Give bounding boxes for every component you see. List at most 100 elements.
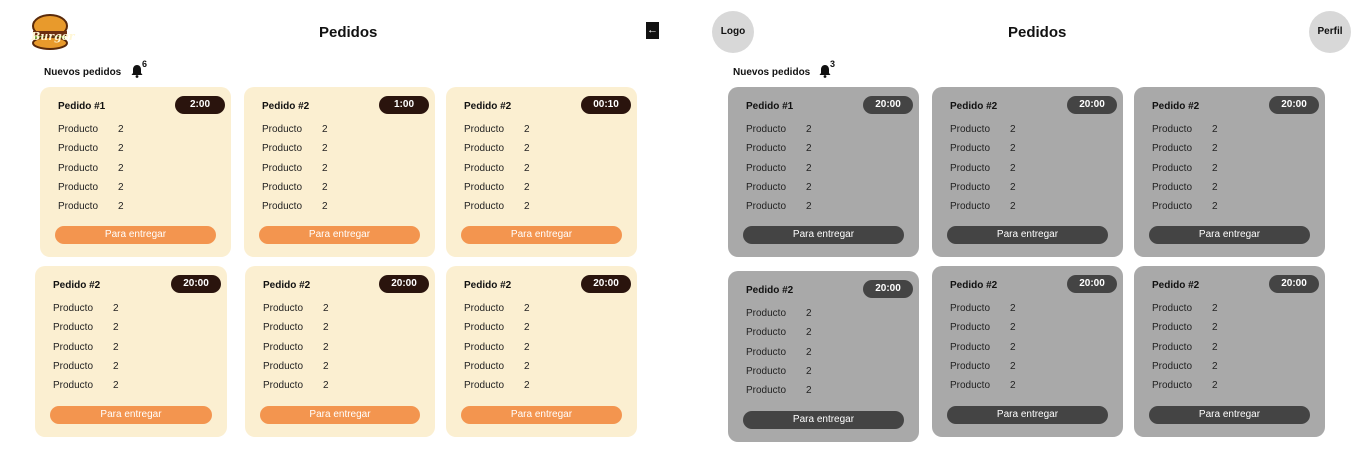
order-item-row: Producto 2 [53, 303, 153, 314]
product-label: Producto [746, 162, 787, 174]
product-label: Producto [1152, 380, 1193, 392]
product-quantity: 2 [1010, 341, 1016, 353]
order-title: Pedido #2 [263, 280, 311, 291]
product-quantity: 2 [524, 341, 530, 353]
product-label: Producto [262, 181, 303, 193]
deliver-button[interactable]: Para entregar [461, 406, 622, 424]
product-label: Producto [950, 380, 991, 392]
product-label: Producto [1152, 181, 1193, 193]
order-item-row: Producto 2 [464, 361, 564, 372]
product-quantity: 2 [118, 201, 124, 213]
order-card: Pedido #2 20:00 Producto 2 Producto 2 Producto… [932, 87, 1123, 257]
product-label: Producto [746, 385, 787, 397]
product-quantity: 2 [524, 143, 530, 155]
product-label: Producto [464, 380, 505, 392]
product-quantity: 2 [806, 327, 812, 339]
profile-button[interactable]: Perfil [1309, 11, 1351, 53]
product-label: Producto [464, 303, 505, 314]
product-label: Producto [746, 143, 787, 155]
order-item-row: Producto 2 [464, 303, 564, 314]
product-label: Producto [53, 360, 94, 372]
arrow-left-icon[interactable]: ← [646, 22, 659, 39]
order-item-row: Producto 2 [1152, 182, 1252, 193]
product-quantity: 2 [806, 124, 812, 135]
deliver-button[interactable]: Para entregar [947, 406, 1108, 424]
product-quantity: 2 [113, 360, 119, 372]
deliver-button[interactable]: Para entregar [461, 226, 622, 244]
deliver-button[interactable]: Para entregar [1149, 226, 1310, 244]
product-label: Producto [53, 322, 94, 334]
order-card: Pedido #1 20:00 Producto 2 Producto 2 Producto… [728, 87, 919, 257]
deliver-button[interactable]: Para entregar [743, 226, 904, 244]
order-timer: 20:00 [581, 275, 631, 293]
order-card: Pedido #2 20:00 Producto 2 Producto 2 Producto… [1134, 87, 1325, 257]
order-item-row: Producto 2 [262, 163, 362, 174]
product-label: Producto [746, 308, 787, 319]
product-label: Producto [1152, 162, 1193, 174]
order-item-row: Producto 2 [464, 182, 564, 193]
product-label: Producto [1152, 341, 1193, 353]
order-item-row: Producto 2 [53, 322, 153, 333]
order-timer: 20:00 [379, 275, 429, 293]
order-card: Pedido #2 20:00 Producto 2 Producto 2 Producto… [728, 271, 919, 442]
product-quantity: 2 [524, 322, 530, 334]
deliver-button[interactable]: Para entregar [259, 226, 420, 244]
order-item-row: Producto 2 [263, 303, 363, 314]
order-card: Pedido #2 20:00 Producto 2 Producto 2 Producto… [245, 266, 435, 437]
product-quantity: 2 [1010, 322, 1016, 334]
product-quantity: 2 [113, 303, 119, 314]
deliver-button[interactable]: Para entregar [1149, 406, 1310, 424]
product-label: Producto [1152, 143, 1193, 155]
order-title: Pedido #2 [950, 101, 998, 112]
product-quantity: 2 [806, 143, 812, 155]
product-label: Producto [58, 143, 99, 155]
order-item-row: Producto 2 [746, 366, 846, 377]
product-quantity: 2 [113, 341, 119, 353]
logo-placeholder[interactable]: Logo [712, 11, 754, 53]
order-item-row: Producto 2 [746, 385, 846, 396]
product-quantity: 2 [1212, 380, 1218, 392]
order-item-row: Producto 2 [263, 361, 363, 372]
order-item-row: Producto 2 [263, 380, 363, 391]
deliver-button[interactable]: Para entregar [55, 226, 216, 244]
order-item-row: Producto 2 [950, 201, 1050, 212]
product-label: Producto [464, 162, 505, 174]
order-title: Pedido #1 [58, 101, 106, 112]
product-label: Producto [262, 162, 303, 174]
order-timer: 20:00 [1067, 275, 1117, 293]
order-item-row: Producto 2 [950, 163, 1050, 174]
product-quantity: 2 [524, 360, 530, 372]
order-item-row: Producto 2 [262, 182, 362, 193]
product-quantity: 2 [1010, 124, 1016, 135]
product-quantity: 2 [322, 181, 328, 193]
product-quantity: 2 [1010, 143, 1016, 155]
product-label: Producto [1152, 360, 1193, 372]
product-label: Producto [58, 201, 99, 213]
product-label: Producto [53, 303, 94, 314]
product-quantity: 2 [806, 365, 812, 377]
product-label: Producto [950, 124, 991, 135]
order-title: Pedido #2 [464, 280, 512, 291]
product-quantity: 2 [323, 380, 329, 392]
product-quantity: 2 [806, 181, 812, 193]
product-label: Producto [58, 124, 99, 135]
product-quantity: 2 [1010, 201, 1016, 213]
product-quantity: 2 [524, 181, 530, 193]
order-item-row: Producto 2 [464, 322, 564, 333]
deliver-button[interactable]: Para entregar [743, 411, 904, 429]
product-quantity: 2 [1010, 303, 1016, 314]
product-quantity: 2 [1212, 360, 1218, 372]
deliver-button[interactable]: Para entregar [947, 226, 1108, 244]
order-card: Pedido #2 20:00 Producto 2 Producto 2 Producto… [1134, 266, 1325, 437]
deliver-button[interactable]: Para entregar [260, 406, 420, 424]
order-title: Pedido #2 [746, 285, 794, 296]
product-label: Producto [262, 201, 303, 213]
order-item-row: Producto 2 [262, 124, 362, 135]
product-label: Producto [263, 341, 304, 353]
product-quantity: 2 [118, 143, 124, 155]
product-quantity: 2 [323, 322, 329, 334]
deliver-button[interactable]: Para entregar [50, 406, 212, 424]
order-item-row: Producto 2 [464, 143, 564, 154]
notification-count: 6 [142, 59, 148, 69]
order-item-row: Producto 2 [1152, 124, 1252, 135]
